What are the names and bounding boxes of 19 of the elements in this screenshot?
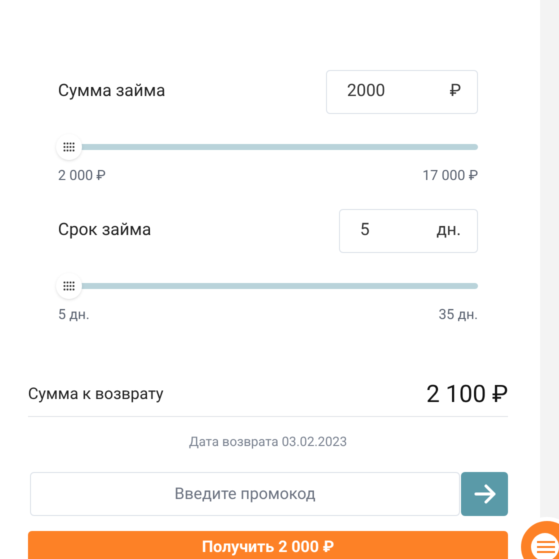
min-value: 5 дн. bbox=[58, 306, 90, 325]
slider-handle[interactable] bbox=[56, 134, 82, 160]
field-label: Сумма займа bbox=[58, 80, 166, 104]
slider-handle[interactable] bbox=[56, 273, 82, 299]
min-value: 2 000 ₽ bbox=[58, 167, 106, 186]
input-field[interactable]: 2000 ₽ bbox=[326, 70, 478, 114]
slider[interactable] bbox=[58, 273, 478, 299]
total-value: 2 100 ₽ bbox=[426, 379, 508, 410]
arrow-right-icon bbox=[474, 484, 496, 504]
menu-icon bbox=[531, 533, 559, 559]
apply-button[interactable] bbox=[461, 472, 508, 516]
total-label: Сумма к возврату bbox=[28, 383, 164, 405]
max-value: 35 дн. bbox=[438, 306, 478, 325]
slider[interactable] bbox=[58, 134, 478, 160]
max-value: 17 000 ₽ bbox=[422, 167, 478, 186]
promo-code-field[interactable]: Введите промокод bbox=[30, 472, 460, 516]
input-field[interactable]: 5 дн. bbox=[339, 209, 478, 253]
field-label: Срок займа bbox=[58, 219, 152, 242]
return-date: Дата возврата 03.02.2023 bbox=[188, 434, 348, 452]
